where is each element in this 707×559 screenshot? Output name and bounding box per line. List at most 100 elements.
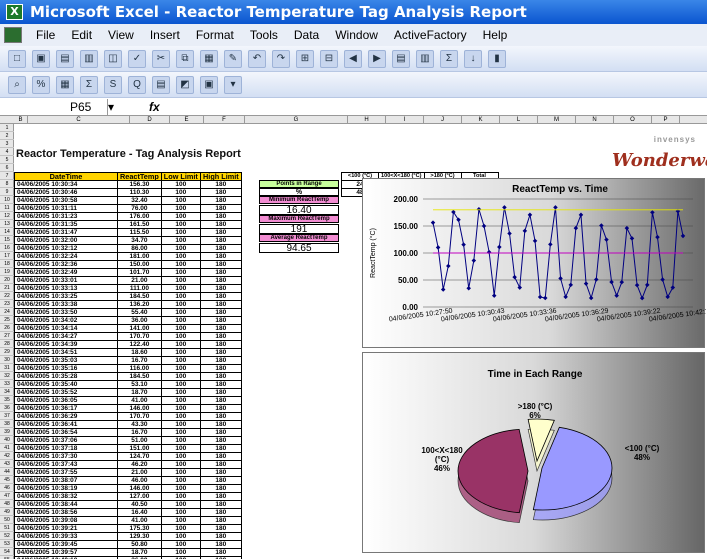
reacttemp-cell[interactable]: 53.10 (117, 380, 162, 389)
low-limit-cell[interactable]: 100 (160, 316, 201, 325)
reacttemp-cell[interactable]: 184.50 (117, 292, 162, 301)
reacttemp-cell[interactable]: 101.70 (117, 268, 162, 277)
line-chart-svg[interactable]: ReactTemp vs. Time 0.00 50.00 100.00 150.00 2… (363, 179, 707, 349)
column-header-f[interactable]: F (204, 116, 245, 124)
grid-icon[interactable]: ▣ (200, 75, 218, 94)
row-header-26[interactable]: 26 (0, 324, 14, 332)
reacttemp-cell[interactable]: 136.20 (117, 300, 162, 309)
datetime-cell[interactable]: 04/06/2005 10:34:51 (14, 348, 118, 357)
menu-data[interactable]: Data (286, 28, 327, 42)
menu-edit[interactable]: Edit (63, 28, 100, 42)
low-limit-cell[interactable]: 100 (160, 268, 201, 277)
back-icon[interactable]: ◀ (344, 49, 362, 68)
column-header-h[interactable]: H (348, 116, 386, 124)
row-header-12[interactable]: 12 (0, 212, 14, 220)
low-limit-cell[interactable]: 100 (160, 356, 201, 365)
row-header-37[interactable]: 37 (0, 412, 14, 420)
minimum-value[interactable]: 16.40 (259, 205, 339, 216)
points-in-range-label[interactable]: Points in Range (259, 180, 339, 188)
datetime-cell[interactable]: 04/06/2005 10:35:03 (14, 356, 118, 365)
row-header-53[interactable]: 53 (0, 540, 14, 548)
column-header-g[interactable]: G (245, 116, 348, 124)
high-limit-cell[interactable]: 180 (199, 492, 242, 501)
row-header-6[interactable]: 6 (0, 164, 14, 172)
row-header-46[interactable]: 46 (0, 484, 14, 492)
summation-icon[interactable]: Σ (80, 75, 98, 94)
low-limit-cell[interactable]: 100 (160, 228, 201, 237)
low-limit-cell[interactable]: 100 (160, 532, 201, 541)
high-limit-cell[interactable]: 180 (199, 444, 242, 453)
low-limit-cell[interactable]: 100 (160, 420, 201, 429)
low-limit-cell[interactable]: 100 (160, 236, 201, 245)
menu-window[interactable]: Window (327, 28, 386, 42)
high-limit-cell[interactable]: 180 (199, 308, 242, 317)
paste-icon[interactable]: ▦ (200, 49, 218, 68)
row-header-2[interactable]: 2 (0, 132, 14, 140)
forward-icon[interactable]: ▶ (368, 49, 386, 68)
high-limit-cell[interactable]: 180 (199, 540, 242, 549)
low-limit-cell[interactable]: 100 (160, 292, 201, 301)
insert-row-icon[interactable]: ⊟ (320, 49, 338, 68)
options-icon[interactable]: ▾ (224, 75, 242, 94)
row-header-16[interactable]: 16 (0, 244, 14, 252)
low-limit-cell[interactable]: 100 (160, 188, 201, 197)
reacttemp-cell[interactable]: 129.30 (117, 532, 162, 541)
low-limit-cell[interactable]: 100 (160, 220, 201, 229)
row-header-43[interactable]: 43 (0, 460, 14, 468)
high-limit-cell[interactable]: 180 (199, 300, 242, 309)
print-icon[interactable]: ▥ (80, 49, 98, 68)
row-header-27[interactable]: 27 (0, 332, 14, 340)
datetime-cell[interactable]: 04/06/2005 10:33:01 (14, 276, 118, 285)
reacttemp-cell[interactable]: 151.00 (117, 444, 162, 453)
header-low-limit[interactable]: Low Limit (160, 172, 201, 181)
new-icon[interactable]: □ (8, 49, 26, 68)
row-header-9[interactable]: 9 (0, 188, 14, 196)
datetime-cell[interactable]: 04/06/2005 10:34:02 (14, 316, 118, 325)
reacttemp-cell[interactable]: 161.50 (117, 220, 162, 229)
reacttemp-cell[interactable]: 21.00 (117, 276, 162, 285)
reacttemp-cell[interactable]: 55.40 (117, 308, 162, 317)
row-header-32[interactable]: 32 (0, 372, 14, 380)
reacttemp-cell[interactable]: 127.00 (117, 492, 162, 501)
minimum-label[interactable]: Minimum ReactTemp (259, 196, 339, 204)
row-header-25[interactable]: 25 (0, 316, 14, 324)
high-limit-cell[interactable]: 180 (199, 420, 242, 429)
low-limit-cell[interactable]: 100 (160, 324, 201, 333)
menu-file[interactable]: File (28, 28, 63, 42)
row-header-14[interactable]: 14 (0, 228, 14, 236)
reacttemp-cell[interactable]: 41.00 (117, 516, 162, 525)
datetime-cell[interactable]: 04/06/2005 10:37:06 (14, 436, 118, 445)
row-header-54[interactable]: 54 (0, 548, 14, 556)
column-header-c[interactable]: C (28, 116, 130, 124)
reacttemp-cell[interactable]: 16.40 (117, 508, 162, 517)
row-header-40[interactable]: 40 (0, 436, 14, 444)
row-header-19[interactable]: 19 (0, 268, 14, 276)
sort-icon[interactable]: ↓ (464, 49, 482, 68)
high-limit-cell[interactable]: 180 (199, 236, 242, 245)
reacttemp-cell[interactable]: 34.70 (117, 236, 162, 245)
namebox-dropdown-icon[interactable]: ▾ (108, 100, 114, 114)
low-limit-cell[interactable]: 100 (160, 428, 201, 437)
low-limit-cell[interactable]: 100 (160, 444, 201, 453)
high-limit-cell[interactable]: 180 (199, 252, 242, 261)
datetime-cell[interactable]: 04/06/2005 10:35:16 (14, 364, 118, 373)
row-header-36[interactable]: 36 (0, 404, 14, 412)
datetime-cell[interactable]: 04/06/2005 10:33:50 (14, 308, 118, 317)
row-header-49[interactable]: 49 (0, 508, 14, 516)
reacttemp-cell[interactable]: 115.50 (117, 228, 162, 237)
average-label[interactable]: Average ReactTemp (259, 234, 339, 242)
high-limit-cell[interactable]: 180 (199, 412, 242, 421)
row-header-51[interactable]: 51 (0, 524, 14, 532)
chart-icon[interactable]: ▥ (416, 49, 434, 68)
column-header-m[interactable]: M (538, 116, 576, 124)
row-header-30[interactable]: 30 (0, 356, 14, 364)
reacttemp-cell[interactable]: 32.40 (117, 196, 162, 205)
datetime-cell[interactable]: 04/06/2005 10:32:24 (14, 252, 118, 261)
column-header-b[interactable]: B (14, 116, 28, 124)
query-icon[interactable]: Q (128, 75, 146, 94)
high-limit-cell[interactable]: 180 (199, 212, 242, 221)
datetime-cell[interactable]: 04/06/2005 10:36:17 (14, 404, 118, 413)
datetime-cell[interactable]: 04/06/2005 10:37:30 (14, 452, 118, 461)
column-header-k[interactable]: K (462, 116, 500, 124)
datetime-cell[interactable]: 04/06/2005 10:36:29 (14, 412, 118, 421)
